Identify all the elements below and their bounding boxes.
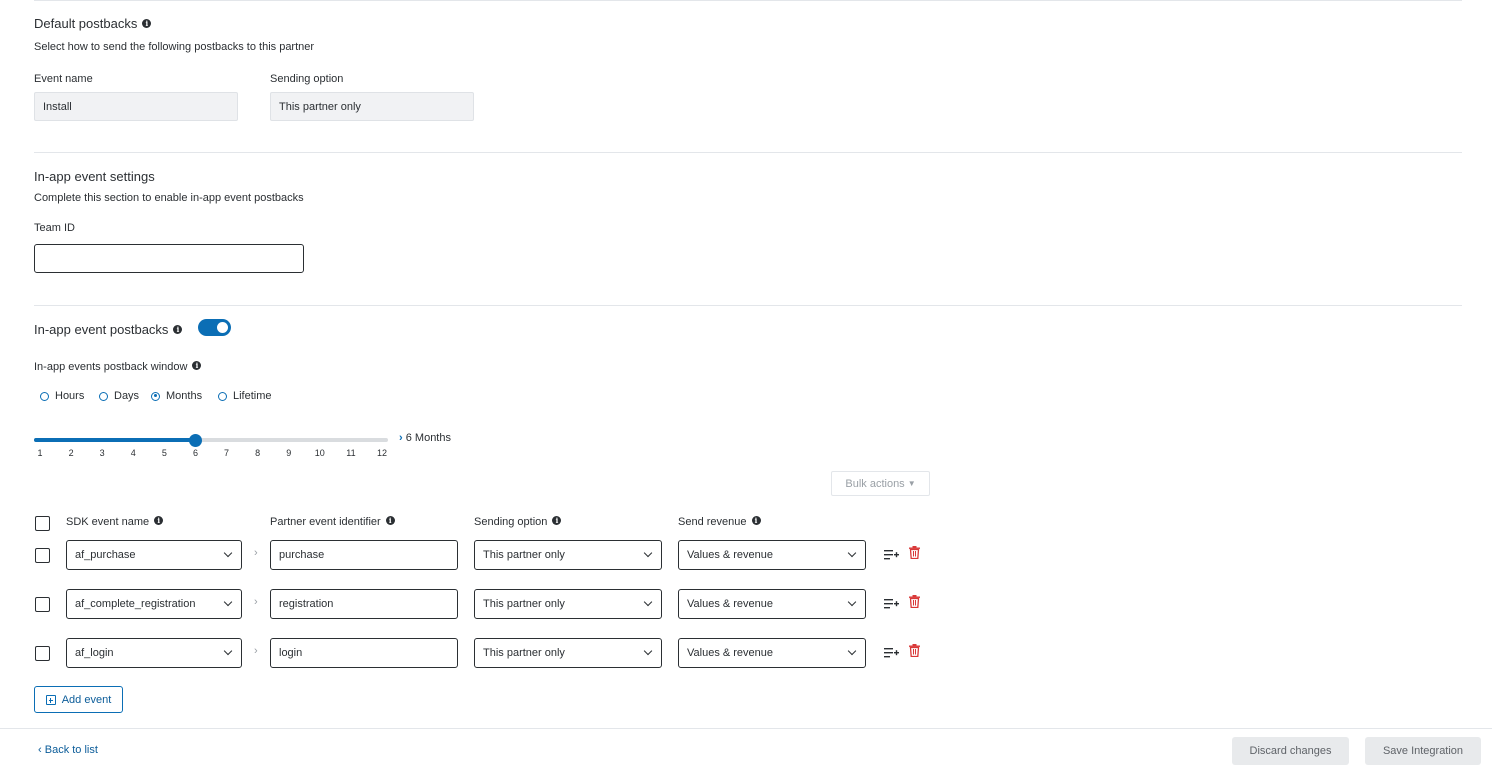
slider-tick-label: 7 xyxy=(224,448,230,458)
chevron-down-icon xyxy=(847,646,857,656)
default-sending-option-field: This partner only xyxy=(270,92,474,121)
header-sending-option: Sending option i xyxy=(474,516,562,528)
chevron-right-icon: › xyxy=(254,547,258,559)
inapp-settings-title: In-app event settings xyxy=(34,169,155,184)
info-icon[interactable]: i xyxy=(142,19,152,28)
slider-tick-label: 9 xyxy=(286,448,292,458)
partner-event-input[interactable]: registration xyxy=(270,589,458,619)
slider-tick-label: 3 xyxy=(99,448,105,458)
slider-tick-label: 4 xyxy=(130,448,136,458)
add-values-icon[interactable] xyxy=(884,548,899,566)
inapp-postbacks-toggle[interactable] xyxy=(198,319,231,336)
slider-tick-label: 11 xyxy=(346,448,356,458)
slider-tick-label: 2 xyxy=(68,448,74,458)
chevron-down-icon xyxy=(847,597,857,607)
info-icon[interactable]: i xyxy=(552,516,562,525)
chevron-down-icon xyxy=(643,548,653,558)
team-id-input[interactable] xyxy=(34,244,304,273)
trash-icon[interactable] xyxy=(909,546,920,564)
section-divider-2 xyxy=(34,305,1462,306)
select-all-checkbox[interactable] xyxy=(35,516,50,531)
plus-square-icon xyxy=(45,694,56,705)
radio-lifetime[interactable]: Lifetime xyxy=(218,390,272,402)
add-values-icon[interactable] xyxy=(884,597,899,615)
header-partner-event-identifier: Partner event identifier i xyxy=(270,516,395,528)
default-postbacks-title: Default postbacks i xyxy=(34,16,152,31)
postback-window-label: In-app events postback window i xyxy=(34,361,202,373)
chevron-down-icon xyxy=(847,548,857,558)
sdk-event-select[interactable]: af_purchase xyxy=(66,540,242,570)
slider-tick-label: 5 xyxy=(161,448,167,458)
save-integration-button[interactable]: Save Integration xyxy=(1365,737,1481,765)
slider-handle[interactable] xyxy=(188,433,202,447)
sending-option-select[interactable]: This partner only xyxy=(474,638,662,668)
sdk-event-select[interactable]: af_login xyxy=(66,638,242,668)
info-icon[interactable]: i xyxy=(154,516,164,525)
row-checkbox[interactable] xyxy=(35,597,50,612)
chevron-right-icon: › xyxy=(399,432,403,444)
radio-circle-selected xyxy=(151,391,160,401)
team-id-label: Team ID xyxy=(34,222,75,234)
slider-fill xyxy=(34,438,196,442)
radio-circle xyxy=(99,391,108,401)
trash-icon[interactable] xyxy=(909,595,920,613)
chevron-left-icon: ‹ xyxy=(38,744,45,756)
chevron-down-icon xyxy=(643,597,653,607)
info-icon[interactable]: i xyxy=(751,516,761,525)
radio-hours[interactable]: Hours xyxy=(40,390,84,402)
send-revenue-select[interactable]: Values & revenue xyxy=(678,540,866,570)
partner-event-input[interactable]: purchase xyxy=(270,540,458,570)
radio-circle xyxy=(218,391,227,401)
info-icon[interactable]: i xyxy=(192,361,202,370)
caret-down-icon: ▼ xyxy=(907,479,916,488)
toggle-knob xyxy=(217,322,228,333)
slider-tick-label: 1 xyxy=(37,448,43,458)
sdk-event-select[interactable]: af_complete_registration xyxy=(66,589,242,619)
header-send-revenue: Send revenue i xyxy=(678,516,761,528)
slider-tick-label: 8 xyxy=(255,448,261,458)
chevron-right-icon: › xyxy=(254,596,258,608)
radio-days[interactable]: Days xyxy=(99,390,139,402)
radio-months[interactable]: Months xyxy=(151,390,202,402)
chevron-right-icon: › xyxy=(254,645,258,657)
back-to-list-link[interactable]: ‹ Back to list xyxy=(38,744,98,756)
chevron-down-icon xyxy=(223,548,233,558)
add-event-button[interactable]: Add event xyxy=(34,686,123,713)
send-revenue-select[interactable]: Values & revenue xyxy=(678,638,866,668)
event-name-field: Install xyxy=(34,92,238,121)
slider-tick-label: 10 xyxy=(314,448,325,458)
sending-option-label: Sending option xyxy=(270,73,344,85)
partner-event-input[interactable]: login xyxy=(270,638,458,668)
info-icon[interactable]: i xyxy=(173,325,183,334)
slider-tick-label: 12 xyxy=(376,448,387,458)
top-divider xyxy=(34,0,1462,1)
chevron-down-icon xyxy=(223,646,233,656)
inapp-postbacks-title: In-app event postbacks i xyxy=(34,322,183,337)
row-checkbox[interactable] xyxy=(35,548,50,563)
sending-option-select[interactable]: This partner only xyxy=(474,589,662,619)
header-sdk-event-name: SDK event name i xyxy=(66,516,164,528)
slider-tick-label: 6 xyxy=(192,448,198,458)
section-divider-1 xyxy=(34,152,1462,153)
sending-option-select[interactable]: This partner only xyxy=(474,540,662,570)
footer-divider xyxy=(0,728,1492,729)
info-icon[interactable]: i xyxy=(385,516,395,525)
add-values-icon[interactable] xyxy=(884,646,899,664)
chevron-down-icon xyxy=(643,646,653,656)
radio-circle xyxy=(40,391,49,401)
chevron-down-icon xyxy=(223,597,233,607)
send-revenue-select[interactable]: Values & revenue xyxy=(678,589,866,619)
slider-readout: › 6 Months xyxy=(399,432,451,444)
default-postbacks-description: Select how to send the following postbac… xyxy=(34,41,315,53)
discard-changes-button[interactable]: Discard changes xyxy=(1232,737,1349,765)
inapp-settings-description: Complete this section to enable in-app e… xyxy=(34,192,304,204)
event-name-label: Event name xyxy=(34,73,93,85)
bulk-actions-button[interactable]: Bulk actions ▼ xyxy=(831,471,930,496)
row-checkbox[interactable] xyxy=(35,646,50,661)
trash-icon[interactable] xyxy=(909,644,920,662)
